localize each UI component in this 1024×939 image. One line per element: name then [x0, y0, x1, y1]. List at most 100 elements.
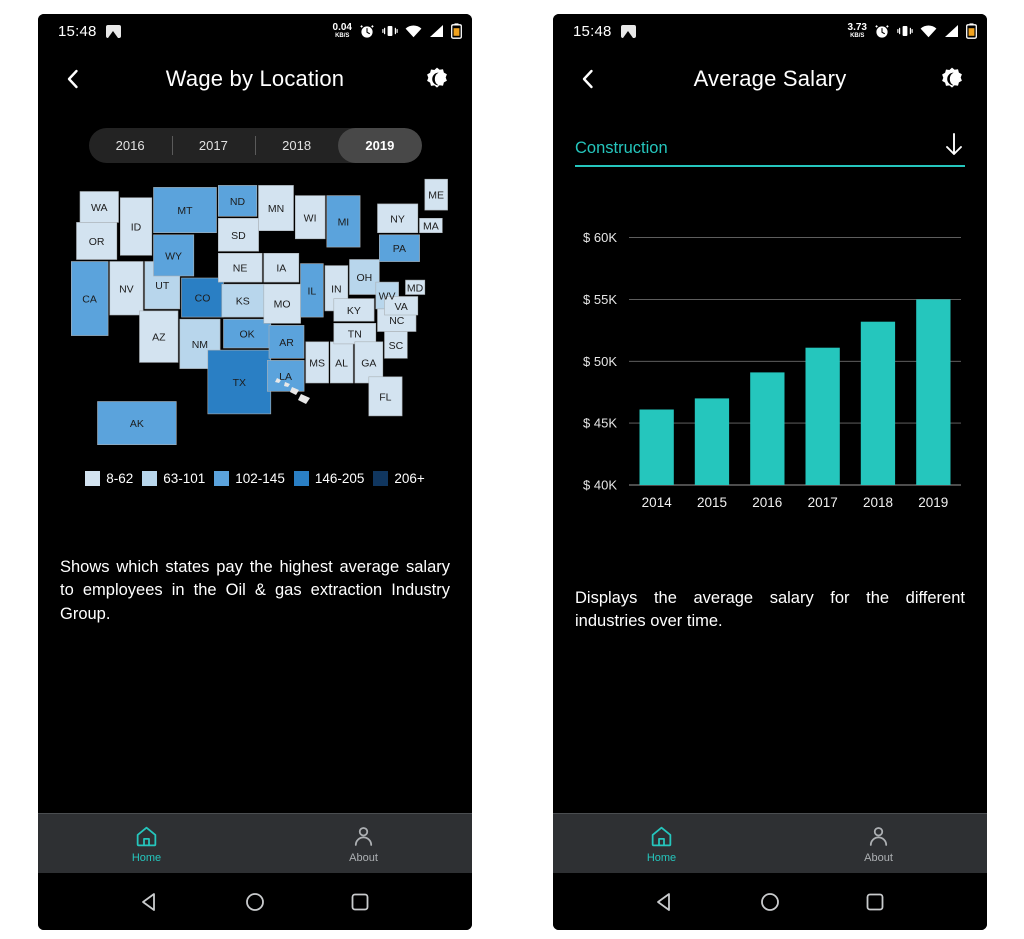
- status-bar-right: 15:48 3.73 KB/S: [553, 14, 987, 48]
- map-state-label-sc: SC: [389, 340, 404, 352]
- back-button[interactable]: [56, 62, 90, 96]
- back-triangle-icon[interactable]: [139, 891, 161, 913]
- battery-icon: [966, 23, 977, 39]
- home-circle-icon[interactable]: [244, 891, 266, 913]
- vibrate-icon: [897, 26, 913, 36]
- legend-swatch: [85, 471, 101, 486]
- signal-icon: [430, 25, 443, 37]
- map-legend: 8-62 63-101 102-145 146-205 206+: [38, 471, 472, 486]
- chart-bar-2017[interactable]: [805, 347, 840, 485]
- chart-xtick-label: 2017: [808, 495, 838, 510]
- map-state-label-nc: NC: [389, 315, 405, 327]
- nav-item-home[interactable]: Home: [553, 814, 770, 873]
- back-button[interactable]: [571, 62, 605, 96]
- recents-square-icon[interactable]: [349, 891, 371, 913]
- bottom-navigation-left: Home About: [38, 813, 472, 873]
- map-state-label-wv: WV: [379, 291, 396, 303]
- map-state-label-al: AL: [335, 357, 348, 369]
- legend-item: 102-145: [214, 471, 285, 486]
- alarm-icon: [875, 25, 889, 38]
- android-system-nav-right: [553, 873, 987, 930]
- status-bar-left: 15:48 0.04 KB/S: [38, 14, 472, 48]
- status-bar-icons-right: 3.73 KB/S: [848, 23, 977, 39]
- phone-right-average-salary: 15:48 3.73 KB/S Average Salary Construct…: [553, 14, 987, 930]
- legend-label: 206+: [394, 471, 425, 486]
- network-speed-unit: KB/S: [335, 33, 350, 39]
- map-state-label-mn: MN: [268, 203, 284, 215]
- back-triangle-icon[interactable]: [654, 891, 676, 913]
- legend-label: 63-101: [163, 471, 206, 486]
- map-state-label-wy: WY: [165, 250, 182, 262]
- home-icon: [136, 826, 157, 846]
- chevron-left-icon: [67, 69, 78, 89]
- choropleth-map[interactable]: WA OR CA ID NV UT AZ MT WY CO NM ND SD NE KS OK TX MN IA MO…: [38, 173, 472, 463]
- map-state-label-or: OR: [89, 236, 105, 248]
- nav-label-about: About: [349, 851, 378, 864]
- legend-swatch: [214, 471, 230, 486]
- chart-ytick-label: $ 50K: [583, 354, 617, 369]
- nav-item-about[interactable]: About: [770, 814, 987, 873]
- industry-dropdown-wrapper: Construction: [553, 110, 987, 167]
- map-state-label-mo: MO: [274, 299, 291, 311]
- industry-dropdown[interactable]: Construction: [575, 132, 965, 167]
- map-state-label-ut: UT: [155, 280, 170, 292]
- map-state-label-ny: NY: [390, 213, 405, 225]
- legend-label: 102-145: [235, 471, 285, 486]
- app-bar-left: Wage by Location: [38, 48, 472, 110]
- bar-chart-svg: $ 60K $ 55K $ 50K $ 45K $ 40K 2014 2015 2016 20…: [583, 230, 961, 510]
- status-bar-clock: 15:48: [573, 22, 612, 40]
- map-state-label-nd: ND: [230, 196, 246, 208]
- us-map-svg: WA OR CA ID NV UT AZ MT WY CO NM ND SD NE KS OK TX MN IA MO…: [70, 178, 448, 446]
- chart-ytick-label: $ 55K: [583, 292, 617, 307]
- image-icon: [620, 24, 636, 38]
- map-state-label-mt: MT: [177, 205, 193, 217]
- alarm-icon: [360, 25, 374, 38]
- year-option-2016[interactable]: 2016: [89, 128, 172, 163]
- chart-xtick-label: 2015: [697, 495, 727, 510]
- app-bar-right: Average Salary: [553, 48, 987, 110]
- industry-dropdown-value: Construction: [575, 139, 668, 157]
- nav-label-home: Home: [646, 851, 677, 864]
- chart-bar-2019[interactable]: [916, 299, 951, 485]
- chart-bar-2015[interactable]: [694, 398, 730, 485]
- network-speed-value: 3.73: [847, 22, 867, 33]
- legend-label: 8-62: [106, 471, 134, 486]
- nav-item-about[interactable]: About: [255, 814, 472, 873]
- status-bar-icons-left: 0.04 KB/S: [333, 23, 462, 39]
- map-state-label-wi: WI: [304, 212, 317, 224]
- legend-swatch: [142, 471, 158, 486]
- android-system-nav-left: [38, 873, 472, 930]
- year-segmented-control: 2016 2017 2018 2019: [88, 128, 422, 163]
- page-title: Wage by Location: [165, 66, 345, 91]
- map-state-label-az: AZ: [152, 332, 166, 344]
- phone-left-wage-by-location: 15:48 0.04 KB/S Wage by Location 2016 20…: [38, 14, 472, 930]
- map-state-label-oh: OH: [357, 272, 373, 284]
- map-state-label-ma: MA: [423, 221, 439, 233]
- year-option-2019[interactable]: 2019: [338, 128, 422, 163]
- chart-bar-2014[interactable]: [639, 409, 674, 486]
- year-option-2018[interactable]: 2018: [255, 128, 338, 163]
- map-state-label-tx: TX: [233, 377, 246, 389]
- theme-toggle-button[interactable]: [935, 62, 969, 96]
- theme-toggle-button[interactable]: [420, 62, 454, 96]
- network-speed-indicator: 0.04 KB/S: [333, 23, 352, 40]
- recents-square-icon[interactable]: [864, 891, 886, 913]
- chart-xtick-label: 2018: [863, 495, 893, 510]
- year-option-2017[interactable]: 2017: [171, 128, 255, 163]
- map-state-label-id: ID: [131, 222, 142, 234]
- average-salary-bar-chart[interactable]: $ 60K $ 55K $ 50K $ 45K $ 40K 2014 2015 2016 20…: [571, 205, 969, 525]
- description-text: Shows which states pay the highest avera…: [60, 558, 450, 623]
- network-speed-indicator: 3.73 KB/S: [847, 22, 867, 40]
- nav-label-about: About: [864, 851, 893, 864]
- nav-item-home[interactable]: Home: [38, 814, 255, 873]
- legend-item: 8-62: [85, 471, 133, 486]
- map-state-label-wa: WA: [91, 202, 108, 214]
- map-state-label-pa: PA: [393, 243, 406, 255]
- chart-xtick-label: 2014: [642, 495, 673, 510]
- chart-bar-2018[interactable]: [860, 321, 896, 485]
- map-state-label-co: CO: [195, 293, 211, 305]
- chart-bar-2016[interactable]: [750, 372, 785, 485]
- home-circle-icon[interactable]: [759, 891, 781, 913]
- description-text: Displays the average salary for the diff…: [575, 589, 965, 631]
- map-state-label-nv: NV: [119, 283, 134, 295]
